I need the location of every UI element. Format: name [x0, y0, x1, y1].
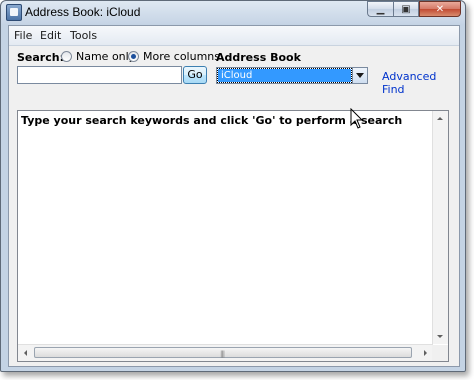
horizontal-scrollbar[interactable]: ||| [18, 344, 433, 361]
advanced-find-link[interactable]: Advanced Find [382, 70, 459, 96]
radio-more-columns[interactable]: More columns [128, 50, 220, 63]
address-book-label: Address Book [216, 51, 301, 64]
radio-name-only-label: Name only [76, 50, 136, 63]
close-button[interactable]: ✕ [419, 1, 461, 17]
close-icon: ✕ [435, 3, 445, 15]
radio-more-columns-label: More columns [143, 50, 220, 63]
go-button[interactable]: Go [183, 66, 207, 84]
address-book-window: Address Book: iCloud ▁ ▣ ✕ File Edit Too… [0, 0, 466, 372]
results-list[interactable]: Type your search keywords and click 'Go'… [17, 110, 449, 362]
client-area: File Edit Tools Search: Name only More c… [8, 25, 460, 367]
grip-icon: ||| [220, 350, 225, 358]
scroll-up-arrow-icon[interactable] [433, 111, 448, 126]
mouse-pointer-icon [350, 108, 364, 129]
radio-more-columns-circle[interactable] [128, 51, 139, 62]
window-title: Address Book: iCloud [25, 5, 141, 19]
address-book-icon [6, 4, 22, 21]
vertical-scrollbar[interactable] [432, 111, 448, 344]
radio-name-only-circle[interactable] [61, 51, 72, 62]
chevron-down-icon[interactable] [352, 68, 367, 83]
search-label: Search: [17, 51, 64, 64]
address-book-selected-value: iCloud [217, 68, 352, 83]
title-bar[interactable]: Address Book: iCloud ▁ ▣ ✕ [1, 1, 465, 23]
minimize-button[interactable]: ▁ [367, 1, 393, 17]
menu-tools[interactable]: Tools [70, 29, 97, 42]
menu-file[interactable]: File [14, 29, 32, 42]
scrollbar-corner [432, 345, 448, 361]
search-input[interactable] [17, 66, 182, 84]
scroll-left-arrow-icon[interactable] [18, 345, 33, 361]
scroll-right-arrow-icon[interactable] [418, 345, 433, 361]
maximize-button[interactable]: ▣ [393, 1, 419, 17]
minimize-icon: ▁ [376, 3, 385, 15]
menu-bar: File Edit Tools [9, 26, 459, 46]
results-message: Type your search keywords and click 'Go'… [21, 114, 403, 127]
horizontal-scroll-thumb[interactable]: ||| [34, 347, 412, 358]
radio-name-only[interactable]: Name only [61, 50, 135, 63]
maximize-icon: ▣ [401, 3, 411, 15]
window-controls: ▁ ▣ ✕ [367, 1, 461, 18]
address-book-select[interactable]: iCloud [216, 67, 368, 84]
menu-edit[interactable]: Edit [40, 29, 61, 42]
scroll-down-arrow-icon[interactable] [433, 329, 448, 344]
